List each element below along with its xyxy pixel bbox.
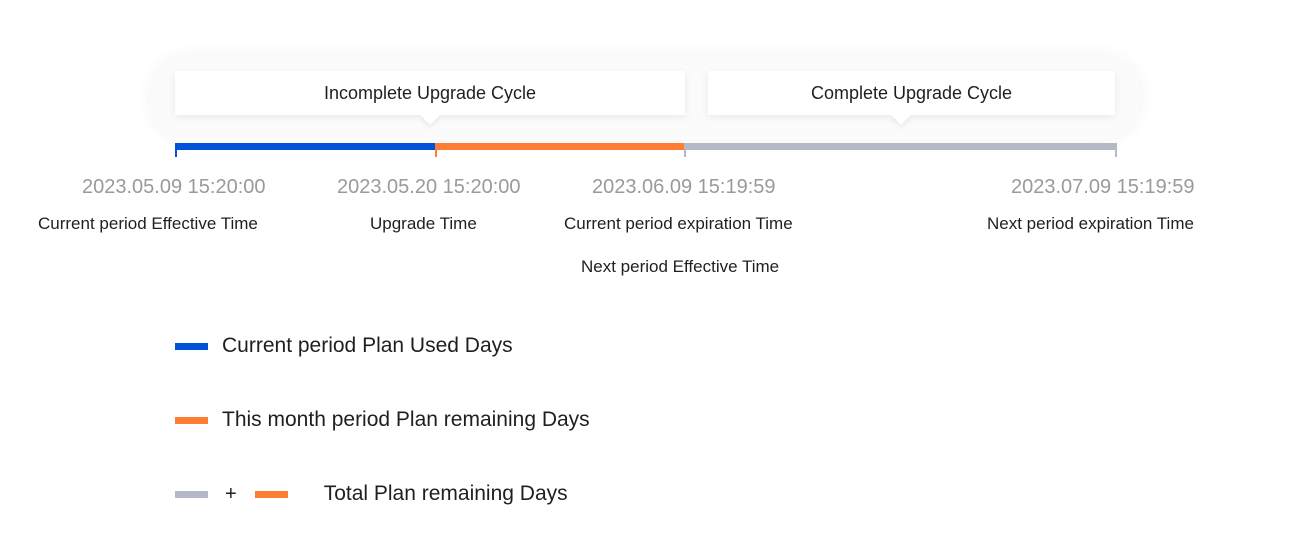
remaining-days-segment xyxy=(436,143,685,150)
upgrade-cycle-diagram: Incomplete Upgrade Cycle Complete Upgrad… xyxy=(0,0,1300,554)
date-expiration: 2023.06.09 15:19:59 xyxy=(592,176,776,198)
legend-month-remaining-label: This month period Plan remaining Days xyxy=(222,408,590,431)
used-days-segment xyxy=(175,143,436,150)
tick-start xyxy=(175,143,177,157)
caption-effective-time: Current period Effective Time xyxy=(38,214,258,233)
remaining-swatch xyxy=(175,416,208,424)
next-period-segment xyxy=(685,143,1117,150)
legend-month-remaining: This month period Plan remaining Days xyxy=(175,405,590,435)
legend-used-label: Current period Plan Used Days xyxy=(222,334,513,357)
legend-total-remaining-label: Total Plan remaining Days xyxy=(323,482,568,505)
caption-expiration-time: Current period expiration Time xyxy=(564,214,793,233)
incomplete-cycle-box: Incomplete Upgrade Cycle xyxy=(175,71,685,125)
date-upgrade: 2023.05.20 15:20:00 xyxy=(337,176,521,198)
plus-sign: + xyxy=(225,482,237,505)
remaining-swatch-2 xyxy=(254,490,288,498)
caption-upgrade-time: Upgrade Time xyxy=(370,214,477,233)
date-effective: 2023.05.09 15:20:00 xyxy=(82,176,266,198)
complete-cycle-box: Complete Upgrade Cycle xyxy=(708,71,1115,125)
used-swatch xyxy=(175,342,208,350)
tick-end xyxy=(1115,143,1117,157)
next-swatch xyxy=(175,490,208,498)
complete-cycle-label: Complete Upgrade Cycle xyxy=(810,82,1013,103)
caption-next-expiration-time: Next period expiration Time xyxy=(987,214,1194,233)
caption-next-effective-time: Next period Effective Time xyxy=(581,257,780,276)
date-next-expiration: 2023.07.09 15:19:59 xyxy=(1011,176,1195,198)
tick-upgrade xyxy=(435,143,437,157)
incomplete-cycle-label: Incomplete Upgrade Cycle xyxy=(323,82,537,103)
legend-total-remaining: + Total Plan remaining Days xyxy=(175,479,568,509)
legend-used: Current period Plan Used Days xyxy=(175,331,513,361)
tick-expiration xyxy=(684,143,686,157)
